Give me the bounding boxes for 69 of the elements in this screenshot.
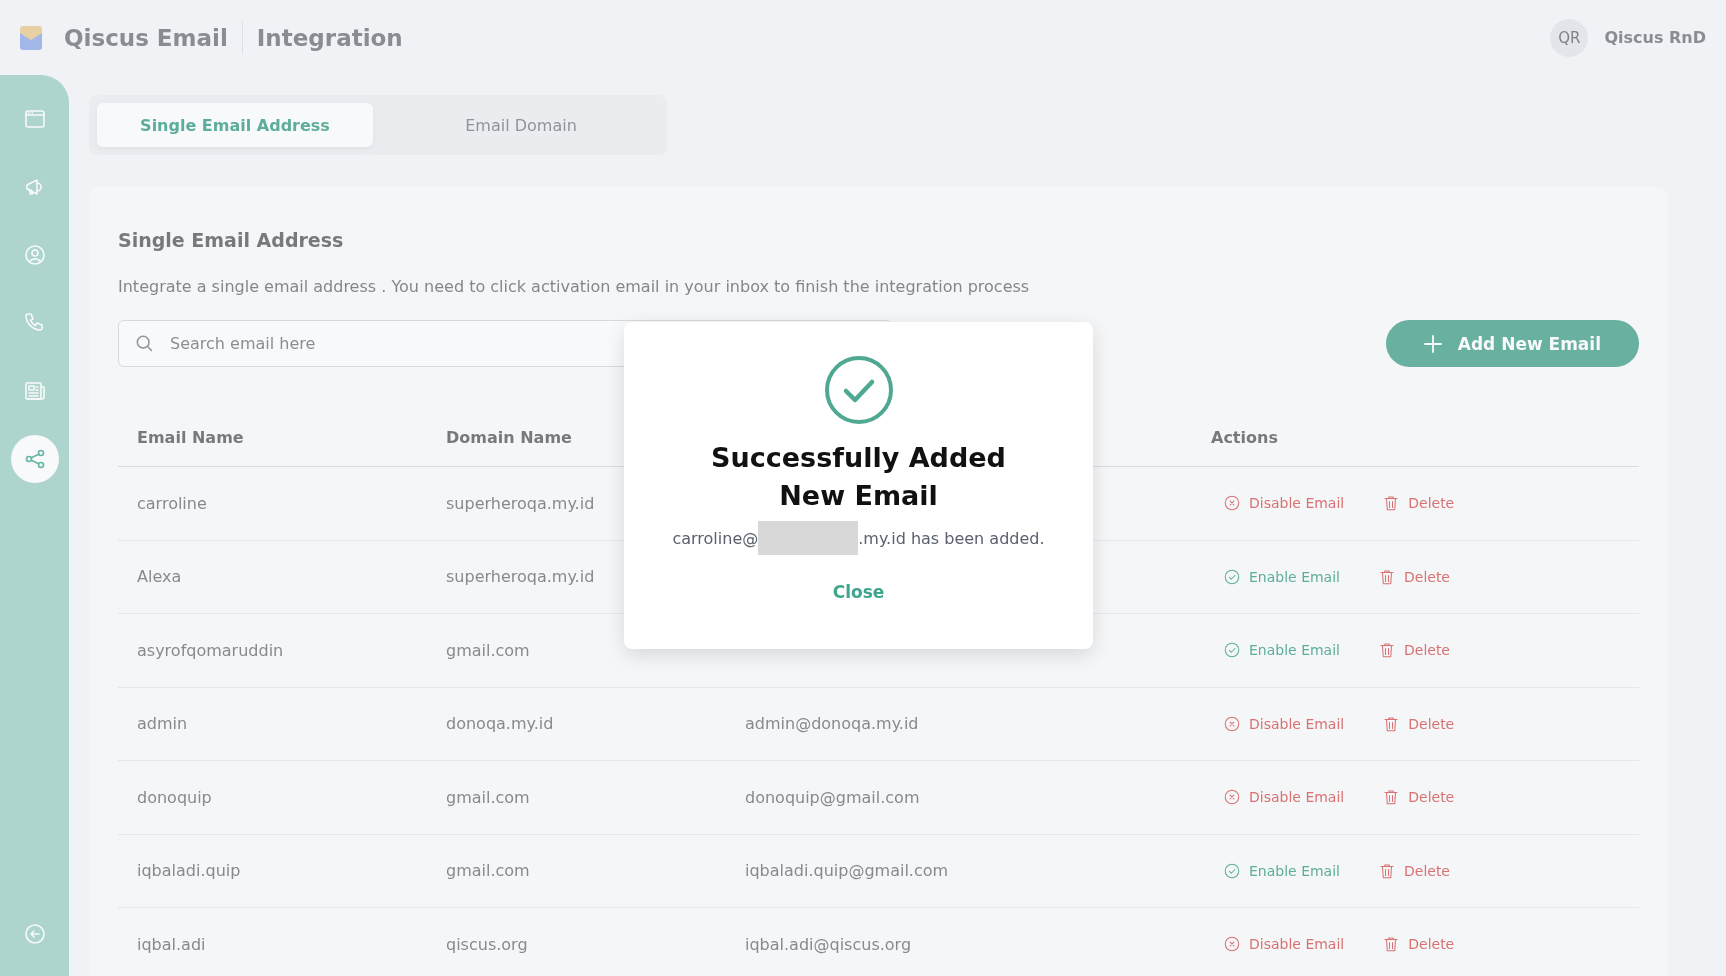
- x-circle-icon: [1223, 935, 1241, 954]
- dialog-message: carroline@: [672, 528, 759, 548]
- table-cell: Alexa: [137, 567, 182, 587]
- sidebar-item[interactable]: [10, 435, 59, 483]
- delete-button[interactable]: Delete: [1378, 567, 1450, 586]
- table-cell: donoqa.my.id: [446, 714, 554, 734]
- delete-button[interactable]: Delete: [1382, 714, 1455, 733]
- close-button[interactable]: Close: [826, 581, 891, 603]
- browser-window-icon: [22, 107, 47, 131]
- plus-icon: [1423, 334, 1442, 353]
- trash-icon: [1378, 641, 1396, 660]
- table-cell: gmail.com: [446, 787, 530, 807]
- table-cell: asyrofqomaruddin: [137, 640, 284, 660]
- x-circle-icon: [1223, 494, 1241, 513]
- table-cell: donoquip: [137, 787, 212, 807]
- section-description: Integrate a single email address . You need to click activation email in your inbox to finish the integration process: [118, 277, 1031, 296]
- column-header: Domain Name: [446, 428, 573, 447]
- disable-email-button[interactable]: Disable Email: [1223, 494, 1345, 513]
- section-title: Single Email Address: [118, 229, 345, 251]
- dialog-message: .my.id has been added.: [858, 528, 1045, 548]
- table-cell: qiscus.org: [446, 934, 528, 954]
- disable-email-button[interactable]: Disable Email: [1223, 714, 1345, 733]
- disable-email-button[interactable]: Disable Email: [1223, 788, 1345, 807]
- envelope-logo-icon: [18, 24, 44, 51]
- disable-email-button[interactable]: Disable Email: [1223, 935, 1345, 954]
- trash-icon: [1382, 494, 1401, 513]
- add-email-button[interactable]: Add New Email: [1385, 320, 1639, 367]
- delete-button[interactable]: Delete: [1382, 494, 1455, 513]
- table-cell: carroline: [137, 493, 207, 513]
- check-circle-icon: [1223, 641, 1241, 660]
- trash-icon: [1382, 788, 1401, 807]
- app-name: Qiscus Email: [64, 24, 228, 51]
- table-cell: iqbal.adi@qiscus.org: [745, 934, 912, 954]
- success-check-icon: [823, 355, 894, 425]
- check-circle-icon: [1223, 861, 1241, 880]
- tab[interactable]: Email Domain: [383, 103, 659, 147]
- page-title: Integration: [256, 24, 403, 51]
- check-circle-icon: [1223, 567, 1241, 586]
- table-cell: iqbal.adi: [137, 934, 206, 954]
- avatar[interactable]: QR: [1550, 18, 1589, 57]
- newspaper-icon: [22, 379, 47, 403]
- trash-icon: [1382, 935, 1401, 954]
- tab[interactable]: Single Email Address: [97, 103, 373, 147]
- trash-icon: [1378, 567, 1396, 586]
- delete-button[interactable]: Delete: [1378, 861, 1450, 880]
- trash-icon: [1378, 861, 1396, 880]
- table-cell: gmail.com: [446, 861, 530, 881]
- enable-email-button[interactable]: Enable Email: [1223, 567, 1340, 586]
- delete-button[interactable]: Delete: [1382, 935, 1455, 954]
- table-cell: admin: [137, 714, 188, 734]
- column-header: Actions: [1211, 428, 1279, 447]
- table-cell: gmail.com: [446, 640, 530, 660]
- table-cell: admin@donoqa.my.id: [745, 714, 919, 734]
- column-header: Email Name: [137, 428, 245, 447]
- table-cell: iqbaladi.quip: [137, 861, 241, 881]
- table-cell: iqbaladi.quip@gmail.com: [745, 861, 949, 881]
- table-cell: donoquip@gmail.com: [745, 787, 920, 807]
- delete-button[interactable]: Delete: [1378, 641, 1450, 660]
- delete-button[interactable]: Delete: [1382, 788, 1455, 807]
- table-cell: superheroqa.my.id: [446, 493, 595, 513]
- user-circle-icon: [22, 243, 47, 267]
- dialog-title: Successfully Added New Email: [711, 441, 1006, 513]
- enable-email-button[interactable]: Enable Email: [1223, 641, 1340, 660]
- x-circle-icon: [1223, 788, 1241, 807]
- table-cell: superheroqa.my.id: [446, 567, 595, 587]
- trash-icon: [1382, 714, 1401, 733]
- account-name[interactable]: Qiscus RnD: [1604, 28, 1706, 47]
- x-circle-icon: [1223, 714, 1241, 733]
- enable-email-button[interactable]: Enable Email: [1223, 861, 1340, 880]
